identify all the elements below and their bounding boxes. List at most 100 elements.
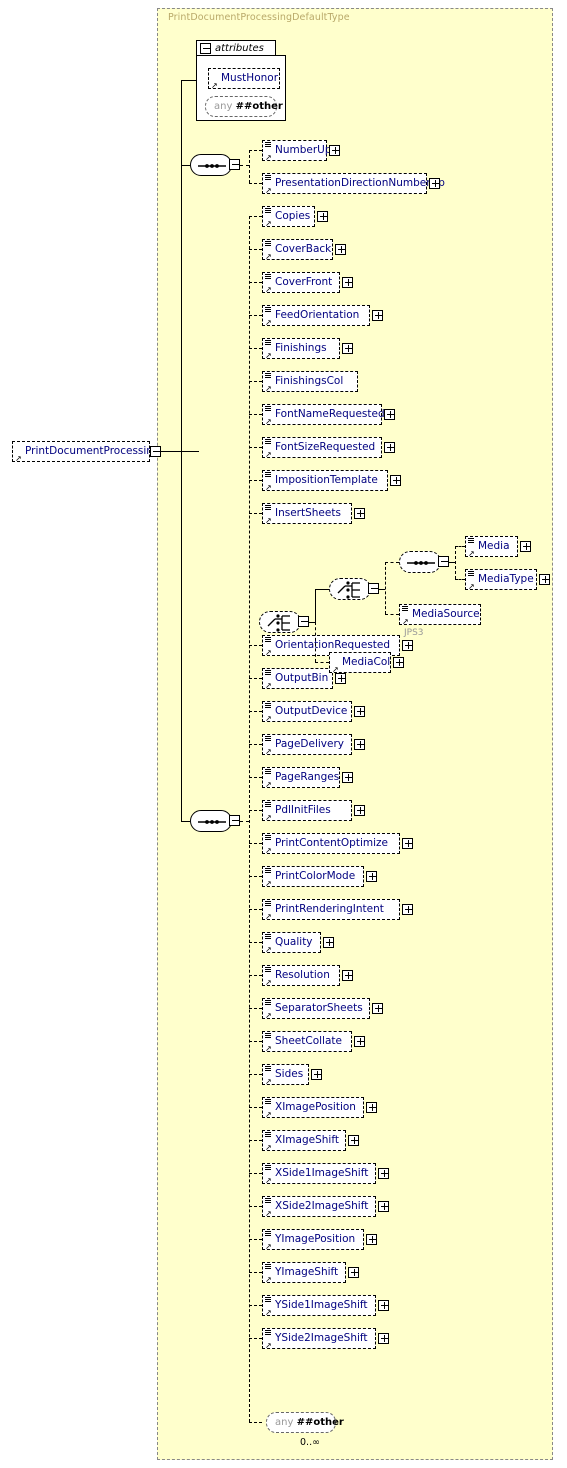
expand-control-FontNameRequested[interactable] bbox=[384, 409, 395, 420]
element-YImagePosition[interactable]: ↗ YImagePosition bbox=[262, 1229, 366, 1255]
element-OutputDevice[interactable]: ↗ OutputDevice bbox=[262, 701, 354, 727]
element-Quality[interactable]: ↗ Quality bbox=[262, 932, 323, 958]
element-SeparatorSheets[interactable]: ↗ SeparatorSheets bbox=[262, 998, 372, 1024]
expand-control-PdlInitFiles[interactable] bbox=[354, 805, 365, 816]
element-CoverFront[interactable]: ↗ CoverFront bbox=[262, 272, 342, 298]
any-attribute-wildcard[interactable]: any ##other bbox=[205, 96, 283, 122]
expand-control-XSide2ImageShift[interactable] bbox=[378, 1201, 389, 1212]
element-label: YSide2ImageShift bbox=[275, 1332, 368, 1344]
expand-control-XImagePosition[interactable] bbox=[366, 1102, 377, 1113]
any-element-wildcard[interactable]: any ##other bbox=[266, 1412, 344, 1438]
element-XImagePosition[interactable]: ↗ XImagePosition bbox=[262, 1097, 366, 1123]
expand-control-YImagePosition[interactable] bbox=[366, 1234, 377, 1245]
expand-control-FontSizeRequested[interactable] bbox=[384, 442, 395, 453]
element-MediaCol[interactable]: ↗ MediaCol bbox=[329, 652, 393, 678]
expand-control-CoverFront[interactable] bbox=[342, 277, 353, 288]
connector bbox=[249, 1140, 262, 1141]
expand-control-PrintRenderingIntent[interactable] bbox=[402, 904, 413, 915]
expand-control-OutputDevice[interactable] bbox=[354, 706, 365, 717]
element-PresentationDirectionNumberUp[interactable]: ↗ PresentationDirectionNumberUp bbox=[262, 173, 445, 199]
root-collapse-control[interactable] bbox=[150, 446, 161, 457]
expand-control-SheetCollate[interactable] bbox=[354, 1036, 365, 1047]
element-YSide2ImageShift[interactable]: ↗ YSide2ImageShift bbox=[262, 1328, 378, 1354]
element-FontNameRequested[interactable]: ↗ FontNameRequested bbox=[262, 404, 385, 430]
element-YSide1ImageShift[interactable]: ↗ YSide1ImageShift bbox=[262, 1295, 378, 1321]
connector bbox=[249, 744, 262, 745]
expand-control-MediaCol[interactable] bbox=[393, 657, 404, 668]
choice-compositor-outer[interactable] bbox=[259, 611, 305, 638]
element-MediaSource[interactable]: ↗ MediaSource bbox=[399, 604, 483, 630]
expand-control-ImpositionTemplate[interactable] bbox=[390, 475, 401, 486]
element-PrintColorMode[interactable]: ↗ PrintColorMode bbox=[262, 866, 366, 892]
expand-control-Resolution[interactable] bbox=[342, 970, 353, 981]
expand-control-YImageShift[interactable] bbox=[348, 1267, 359, 1278]
element-PdlInitFiles[interactable]: ↗ PdlInitFiles bbox=[262, 800, 354, 826]
element-YImageShift[interactable]: ↗ YImageShift bbox=[262, 1262, 348, 1288]
repeat-marker-icon bbox=[402, 606, 408, 613]
element-Sides[interactable]: ↗ Sides bbox=[262, 1064, 311, 1090]
expand-control-InsertSheets[interactable] bbox=[354, 508, 365, 519]
expand-control-Quality[interactable] bbox=[323, 937, 334, 948]
element-MediaType[interactable]: ↗ MediaType bbox=[465, 569, 539, 595]
sequence-compositor-media[interactable] bbox=[399, 551, 445, 578]
expand-control-MediaType[interactable] bbox=[539, 574, 550, 585]
element-CoverBack[interactable]: ↗ CoverBack bbox=[262, 239, 335, 265]
expand-control-PageDelivery[interactable] bbox=[354, 739, 365, 750]
element-label: InsertSheets bbox=[275, 507, 341, 519]
element-ImpositionTemplate[interactable]: ↗ ImpositionTemplate bbox=[262, 470, 390, 496]
element-Copies[interactable]: ↗ Copies bbox=[262, 206, 317, 232]
sequence-compositor-top[interactable] bbox=[190, 154, 236, 181]
element-XImageShift[interactable]: ↗ XImageShift bbox=[262, 1130, 348, 1156]
root-element-PrintDocumentProcessing[interactable]: ↗ PrintDocumentProcessing bbox=[12, 441, 160, 467]
sequence-top-collapse-control[interactable] bbox=[229, 159, 240, 170]
element-label: MediaType bbox=[478, 573, 534, 585]
expand-control-Media[interactable] bbox=[520, 541, 531, 552]
attributes-collapse-control[interactable] bbox=[200, 43, 211, 54]
expand-control-FeedOrientation[interactable] bbox=[372, 310, 383, 321]
expand-control-OrientationRequested[interactable] bbox=[402, 640, 413, 651]
element-FinishingsCol[interactable]: ↗ FinishingsCol bbox=[262, 371, 360, 397]
expand-control-PageRanges[interactable] bbox=[342, 772, 353, 783]
expand-control-PrintColorMode[interactable] bbox=[366, 871, 377, 882]
expand-control-PrintContentOptimize[interactable] bbox=[402, 838, 413, 849]
element-PageDelivery[interactable]: ↗ PageDelivery bbox=[262, 734, 354, 760]
element-FontSizeRequested[interactable]: ↗ FontSizeRequested bbox=[262, 437, 384, 463]
sequence-main-collapse-control[interactable] bbox=[229, 815, 240, 826]
element-Media[interactable]: ↗ Media bbox=[465, 536, 520, 562]
element-FeedOrientation[interactable]: ↗ FeedOrientation bbox=[262, 305, 372, 331]
connector bbox=[181, 80, 196, 81]
sequence-compositor-main[interactable] bbox=[190, 810, 236, 837]
repeat-marker-icon bbox=[265, 1132, 271, 1139]
expand-control-SeparatorSheets[interactable] bbox=[372, 1003, 383, 1014]
expand-control-XSide1ImageShift[interactable] bbox=[378, 1168, 389, 1179]
element-SheetCollate[interactable]: ↗ SheetCollate bbox=[262, 1031, 354, 1057]
element-Finishings[interactable]: ↗ Finishings bbox=[262, 338, 342, 364]
element-arrow-icon: ↗ bbox=[265, 1110, 272, 1119]
element-PageRanges[interactable]: ↗ PageRanges bbox=[262, 767, 342, 793]
element-OutputBin[interactable]: ↗ OutputBin bbox=[262, 668, 335, 694]
element-XSide1ImageShift[interactable]: ↗ XSide1ImageShift bbox=[262, 1163, 378, 1189]
element-arrow-icon: ↗ bbox=[265, 318, 272, 327]
expand-control-YSide1ImageShift[interactable] bbox=[378, 1300, 389, 1311]
element-Resolution[interactable]: ↗ Resolution bbox=[262, 965, 342, 991]
element-XSide2ImageShift[interactable]: ↗ XSide2ImageShift bbox=[262, 1196, 378, 1222]
choice-compositor-inner[interactable] bbox=[329, 578, 375, 605]
expand-control-Copies[interactable] bbox=[317, 211, 328, 222]
expand-control-NumberUp[interactable] bbox=[329, 145, 340, 156]
expand-control-YSide2ImageShift[interactable] bbox=[378, 1333, 389, 1344]
attribute-label: MustHonor bbox=[221, 72, 279, 84]
element-InsertSheets[interactable]: ↗ InsertSheets bbox=[262, 503, 354, 529]
expand-control-XImageShift[interactable] bbox=[348, 1135, 359, 1146]
choice-outer-collapse-control[interactable] bbox=[298, 616, 309, 627]
expand-control-CoverBack[interactable] bbox=[335, 244, 346, 255]
expand-control-PresentationDirectionNumberUp[interactable] bbox=[429, 178, 440, 189]
element-PrintRenderingIntent[interactable]: ↗ PrintRenderingIntent bbox=[262, 899, 402, 925]
element-NumberUp[interactable]: ↗ NumberUp bbox=[262, 140, 332, 166]
sequence-media-collapse-control[interactable] bbox=[438, 556, 449, 567]
expand-control-Sides[interactable] bbox=[311, 1069, 322, 1080]
attribute-MustHonor[interactable]: ↗ MustHonor bbox=[208, 68, 282, 94]
choice-inner-collapse-control[interactable] bbox=[368, 583, 379, 594]
element-PrintContentOptimize[interactable]: ↗ PrintContentOptimize bbox=[262, 833, 402, 859]
expand-control-Finishings[interactable] bbox=[342, 343, 353, 354]
expand-control-OutputBin[interactable] bbox=[335, 673, 346, 684]
